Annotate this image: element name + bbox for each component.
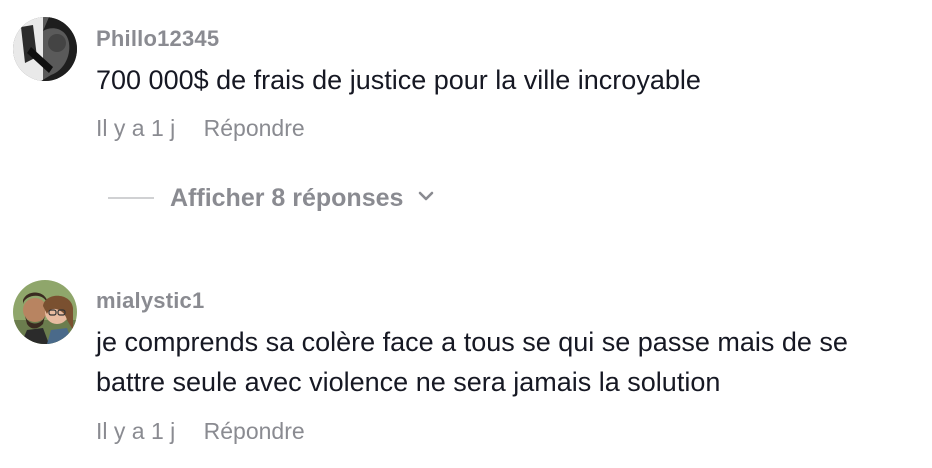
comment-meta: Il y a 1 j Répondre <box>96 418 305 445</box>
view-replies-label: Afficher 8 réponses <box>170 183 404 212</box>
avatar-photo-icon <box>13 17 77 81</box>
comment-item: Phillo12345 700 000$ de frais de justice… <box>0 0 932 170</box>
comment-username[interactable]: Phillo12345 <box>96 26 219 52</box>
comment-time: Il y a 1 j <box>96 115 176 141</box>
comment-meta: Il y a 1 j Répondre <box>96 115 305 142</box>
chevron-down-icon <box>417 189 435 207</box>
avatar-photo-icon <box>13 280 77 344</box>
reply-button[interactable]: Répondre <box>204 115 305 141</box>
avatar[interactable] <box>13 280 77 344</box>
comment-username[interactable]: mialystic1 <box>96 288 204 314</box>
comment-time: Il y a 1 j <box>96 418 176 444</box>
comment-text: 700 000$ de frais de justice pour la vil… <box>96 65 701 95</box>
view-replies-button[interactable]: Afficher 8 réponses <box>108 180 435 216</box>
reply-button[interactable]: Répondre <box>204 418 305 444</box>
divider-line <box>108 197 154 199</box>
comment-text: je comprends sa colère face a tous se qu… <box>96 327 848 397</box>
avatar[interactable] <box>13 17 77 81</box>
comment-item: mialystic1 je comprends sa colère face a… <box>0 270 932 468</box>
